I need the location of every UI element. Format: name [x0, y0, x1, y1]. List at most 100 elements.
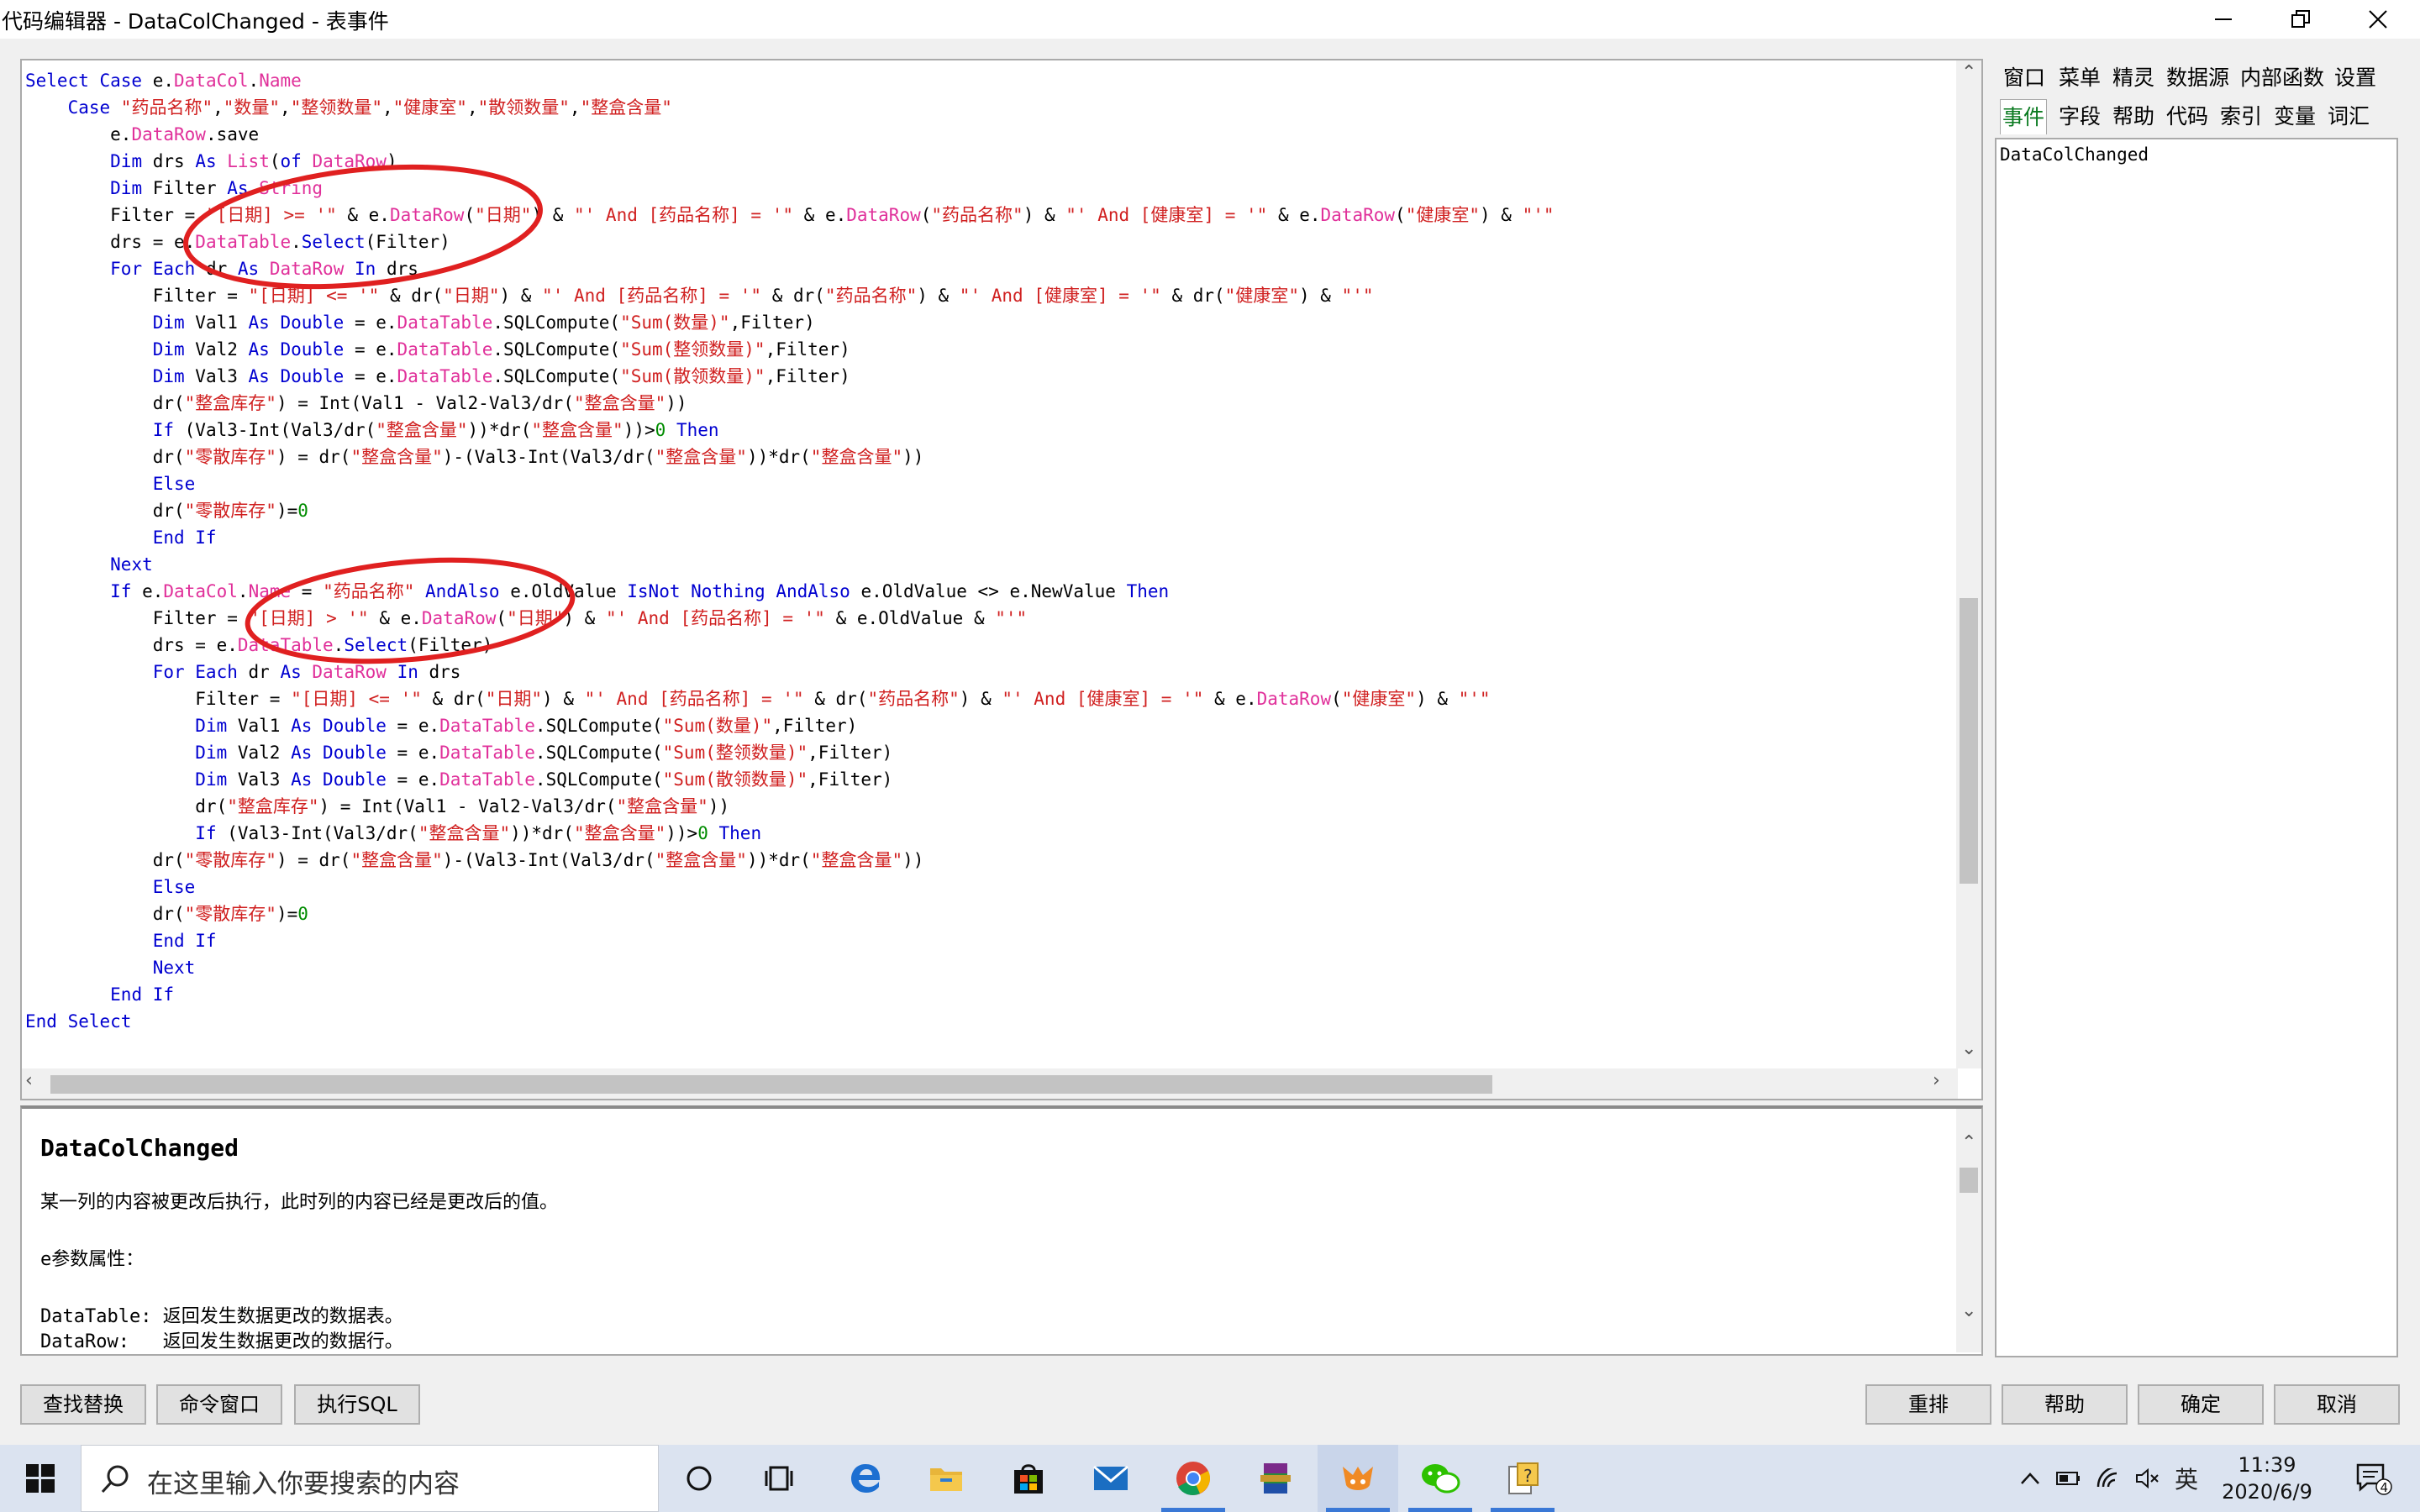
- code-line[interactable]: End If: [25, 524, 1956, 551]
- code-line[interactable]: Dim drs As List(of DataRow): [25, 148, 1956, 175]
- code-line[interactable]: Dim Filter As String: [25, 175, 1956, 202]
- code-line[interactable]: dr("零散库存") = dr("整盒含量")-(Val3-Int(Val3/d…: [25, 847, 1956, 874]
- scroll-up-arrow-icon[interactable]: ⌃: [1961, 62, 1976, 83]
- code-line[interactable]: dr("零散库存")=0: [25, 900, 1956, 927]
- network-button[interactable]: [2091, 1445, 2128, 1512]
- action-center-button[interactable]: 4: [2344, 1445, 2403, 1512]
- code-horizontal-scroll-thumb[interactable]: [50, 1075, 1492, 1094]
- code-line[interactable]: If (Val3-Int(Val3/dr("整盒含量"))*dr("整盒含量")…: [25, 417, 1956, 444]
- tab-events[interactable]: 事件: [2000, 99, 2048, 134]
- code-line[interactable]: Filter = "[日期] <= '" & dr("日期") & "' And…: [25, 685, 1956, 712]
- restore-button[interactable]: [2262, 0, 2339, 39]
- tab-menu[interactable]: 菜单: [2059, 60, 2101, 96]
- show-hidden-icons-button[interactable]: [2013, 1445, 2047, 1512]
- code-line[interactable]: dr("零散库存")=0: [25, 497, 1956, 524]
- code-line[interactable]: drs = e.DataTable.Select(Filter): [25, 228, 1956, 255]
- code-line[interactable]: If e.DataCol.Name = "药品名称" AndAlso e.Old…: [25, 578, 1956, 605]
- scroll-left-arrow-icon[interactable]: ‹: [25, 1070, 33, 1091]
- tab-wizard[interactable]: 精灵: [2112, 60, 2154, 96]
- help-app-button[interactable]: ?: [1482, 1445, 1563, 1512]
- tab-help[interactable]: 帮助: [2112, 99, 2154, 134]
- winrar-button[interactable]: [1235, 1445, 1316, 1512]
- code-line[interactable]: e.DataRow.save: [25, 121, 1956, 148]
- code-area[interactable]: Select Case e.DataCol.Name Case "药品名称","…: [25, 67, 1956, 1062]
- foxtable-button[interactable]: [1318, 1445, 1398, 1512]
- code-line[interactable]: Next: [25, 551, 1956, 578]
- code-editor[interactable]: Select Case e.DataCol.Name Case "药品名称","…: [20, 59, 1983, 1100]
- rearrange-button[interactable]: 重排: [1865, 1384, 1991, 1425]
- code-line[interactable]: Dim Val2 As Double = e.DataTable.SQLComp…: [25, 336, 1956, 363]
- battery-button[interactable]: [2050, 1445, 2087, 1512]
- volume-button[interactable]: [2129, 1445, 2166, 1512]
- scroll-right-arrow-icon[interactable]: ›: [1933, 1070, 1940, 1091]
- code-line[interactable]: Else: [25, 470, 1956, 497]
- tab-index[interactable]: 索引: [2220, 99, 2262, 134]
- code-line[interactable]: dr("零散库存") = dr("整盒含量")-(Val3-Int(Val3/d…: [25, 444, 1956, 470]
- code-vertical-scroll-thumb[interactable]: [1960, 598, 1978, 884]
- code-line[interactable]: Else: [25, 874, 1956, 900]
- execute-sql-button[interactable]: 执行SQL: [294, 1384, 420, 1425]
- tab-settings[interactable]: 设置: [2334, 60, 2376, 96]
- mail-button[interactable]: [1071, 1445, 1151, 1512]
- start-button[interactable]: [0, 1445, 81, 1512]
- code-line[interactable]: dr("整盒库存") = Int(Val1 - Val2-Val3/dr("整盒…: [25, 793, 1956, 820]
- tab-vocabulary[interactable]: 词汇: [2328, 99, 2370, 134]
- code-line[interactable]: Filter = "[日期] <= '" & dr("日期") & "' And…: [25, 282, 1956, 309]
- clock[interactable]: 11:39 2020/6/9: [2208, 1452, 2326, 1505]
- code-token: & dr(: [379, 286, 444, 306]
- code-horizontal-scrollbar[interactable]: ‹ ›: [22, 1068, 1958, 1099]
- wechat-button[interactable]: [1400, 1445, 1481, 1512]
- code-line[interactable]: If (Val3-Int(Val3/dr("整盒含量"))*dr("整盒含量")…: [25, 820, 1956, 847]
- code-line[interactable]: Dim Val1 As Double = e.DataTable.SQLComp…: [25, 309, 1956, 336]
- code-line[interactable]: Dim Val1 As Double = e.DataTable.SQLComp…: [25, 712, 1956, 739]
- code-line[interactable]: End If: [25, 981, 1956, 1008]
- code-line[interactable]: dr("整盒库存") = Int(Val1 - Val2-Val3/dr("整盒…: [25, 390, 1956, 417]
- ime-indicator[interactable]: 英: [2168, 1445, 2205, 1512]
- store-button[interactable]: [988, 1445, 1069, 1512]
- task-view-button[interactable]: [739, 1445, 820, 1512]
- code-line[interactable]: Dim Val3 As Double = e.DataTable.SQLComp…: [25, 766, 1956, 793]
- event-list[interactable]: DataColChanged: [1995, 138, 2398, 1357]
- find-replace-button[interactable]: 查找替换: [20, 1384, 146, 1425]
- event-item-datacolchanged[interactable]: DataColChanged: [2000, 144, 2149, 165]
- tab-code[interactable]: 代码: [2166, 99, 2208, 134]
- code-line[interactable]: Dim Val2 As Double = e.DataTable.SQLComp…: [25, 739, 1956, 766]
- code-line[interactable]: Filter = "[日期] >= '" & e.DataRow("日期") &…: [25, 202, 1956, 228]
- scroll-down-arrow-icon[interactable]: ⌄: [1961, 1038, 1976, 1059]
- tab-variables[interactable]: 变量: [2274, 99, 2316, 134]
- close-button[interactable]: [2339, 0, 2417, 39]
- edge-button[interactable]: [825, 1445, 906, 1512]
- ok-button[interactable]: 确定: [2138, 1384, 2264, 1425]
- help-vertical-scrollbar[interactable]: ⌃ ⌄: [1956, 1109, 1981, 1352]
- help-scroll-up-arrow-icon[interactable]: ⌃: [1961, 1132, 1976, 1153]
- code-line[interactable]: Dim Val3 As Double = e.DataTable.SQLComp…: [25, 363, 1956, 390]
- code-vertical-scrollbar[interactable]: ⌃ ⌄: [1956, 60, 1981, 1068]
- minimize-button[interactable]: [2185, 0, 2262, 39]
- help-scroll-down-arrow-icon[interactable]: ⌄: [1961, 1300, 1976, 1321]
- code-line[interactable]: Case "药品名称","数量","整领数量","健康室","散领数量","整盒…: [25, 94, 1956, 121]
- tab-datasource[interactable]: 数据源: [2166, 60, 2229, 96]
- code-line[interactable]: Select Case e.DataCol.Name: [25, 67, 1956, 94]
- code-line[interactable]: Next: [25, 954, 1956, 981]
- code-line[interactable]: drs = e.DataTable.Select(Filter): [25, 632, 1956, 659]
- taskbar-search-box[interactable]: 在这里输入你要搜索的内容: [81, 1445, 659, 1512]
- tab-fields[interactable]: 字段: [2059, 99, 2101, 134]
- tab-window[interactable]: 窗口: [2003, 60, 2045, 96]
- code-line[interactable]: For Each dr As DataRow In drs: [25, 255, 1956, 282]
- help-button[interactable]: 帮助: [2002, 1384, 2128, 1425]
- code-token: Val3: [184, 366, 249, 386]
- chrome-button[interactable]: [1153, 1445, 1234, 1512]
- code-line[interactable]: Filter = "[日期] > '" & e.DataRow("日期") & …: [25, 605, 1956, 632]
- tab-builtin-functions[interactable]: 内部函数: [2240, 60, 2324, 96]
- cancel-button[interactable]: 取消: [2274, 1384, 2400, 1425]
- code-line[interactable]: End If: [25, 927, 1956, 954]
- command-window-button[interactable]: 命令窗口: [156, 1384, 282, 1425]
- code-line[interactable]: For Each dr As DataRow In drs: [25, 659, 1956, 685]
- cortana-button[interactable]: [659, 1445, 739, 1512]
- search-placeholder: 在这里输入你要搜索的内容: [147, 1469, 460, 1499]
- help-scroll-thumb[interactable]: [1960, 1168, 1978, 1193]
- code-line[interactable]: End Select: [25, 1008, 1956, 1035]
- file-explorer-button[interactable]: [906, 1445, 986, 1512]
